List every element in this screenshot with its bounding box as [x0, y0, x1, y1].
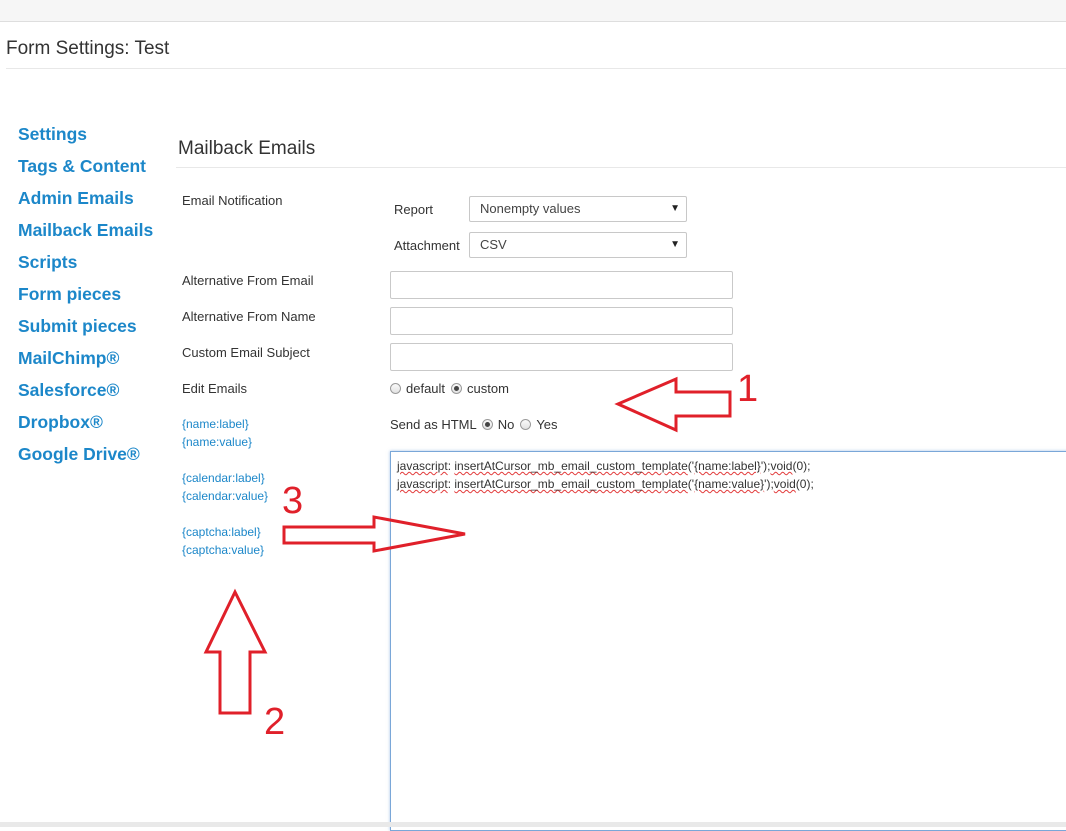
- attachment-select-value: CSV: [480, 237, 507, 252]
- tag-name-label-link[interactable]: {name:label}: [182, 417, 249, 431]
- section-title: Mailback Emails: [178, 138, 316, 159]
- sidebar-item-scripts[interactable]: Scripts: [18, 250, 168, 282]
- sidebar-item-salesforce[interactable]: Salesforce®: [18, 378, 168, 410]
- sidebar-item-dropbox[interactable]: Dropbox®: [18, 410, 168, 442]
- sidebar-item-form-pieces[interactable]: Form pieces: [18, 282, 168, 314]
- sidebar-item-mailchimp[interactable]: MailChimp®: [18, 346, 168, 378]
- tag-name-value-link[interactable]: {name:value}: [182, 435, 252, 449]
- editor-line: javascript: insertAtCursor_mb_email_cust…: [397, 459, 811, 473]
- sidebar-item-submit-pieces[interactable]: Submit pieces: [18, 314, 168, 346]
- custom-subject-input[interactable]: [390, 343, 733, 371]
- annotation-label-1: 1: [737, 368, 758, 410]
- report-select[interactable]: Nonempty values ▼: [469, 196, 687, 222]
- chevron-down-icon: ▼: [670, 239, 680, 250]
- edit-emails-default-label[interactable]: default: [406, 381, 445, 396]
- edit-emails-label: Edit Emails: [182, 381, 248, 396]
- attachment-select[interactable]: CSV ▼: [469, 232, 687, 258]
- edit-emails-custom-radio[interactable]: [451, 383, 463, 394]
- send-html-radio-group: Send as HTML No Yes: [390, 417, 558, 432]
- sidebar-item-settings[interactable]: Settings: [18, 122, 168, 154]
- send-html-no-radio[interactable]: [481, 419, 493, 430]
- alt-from-email-input[interactable]: [390, 271, 733, 299]
- browser-top-bar: [0, 0, 1066, 22]
- send-html-label: Send as HTML: [390, 417, 477, 432]
- chevron-down-icon: ▼: [670, 203, 680, 214]
- sidebar-item-admin-emails[interactable]: Admin Emails: [18, 186, 168, 218]
- tag-calendar-label-link[interactable]: {calendar:label}: [182, 471, 265, 485]
- attachment-label: Attachment: [394, 238, 460, 253]
- edit-emails-custom-label[interactable]: custom: [467, 381, 509, 396]
- sidebar-item-tags-content[interactable]: Tags & Content: [18, 154, 168, 186]
- edit-emails-default-radio[interactable]: [390, 383, 401, 394]
- report-select-value: Nonempty values: [480, 201, 581, 216]
- edit-emails-radio-group: default custom: [390, 381, 509, 396]
- annotation-label-2: 2: [264, 701, 285, 743]
- report-label: Report: [394, 202, 434, 217]
- alt-from-email-label: Alternative From Email: [182, 273, 314, 288]
- title-divider: [6, 68, 1066, 69]
- alt-from-name-label: Alternative From Name: [182, 309, 316, 324]
- custom-template-textarea[interactable]: javascript: insertAtCursor_mb_email_cust…: [390, 451, 1066, 831]
- sidebar-item-mailback-emails[interactable]: Mailback Emails: [18, 218, 168, 250]
- sidebar-item-google-drive[interactable]: Google Drive®: [18, 442, 168, 474]
- page-title: Form Settings: Test: [6, 38, 170, 59]
- tag-captcha-label-link[interactable]: {captcha:label}: [182, 525, 261, 539]
- annotation-arrow-left: [614, 376, 732, 433]
- section-divider: [176, 167, 1066, 168]
- tag-calendar-value-link[interactable]: {calendar:value}: [182, 489, 268, 503]
- custom-subject-label: Custom Email Subject: [182, 345, 310, 360]
- editor-line: javascript: insertAtCursor_mb_email_cust…: [397, 477, 814, 491]
- send-html-yes-radio[interactable]: [520, 419, 532, 430]
- settings-sidebar: Settings Tags & Content Admin Emails Mai…: [18, 122, 168, 474]
- annotation-label-3: 3: [282, 480, 303, 522]
- email-notification-label: Email Notification: [182, 193, 283, 208]
- send-html-yes-label[interactable]: Yes: [536, 417, 557, 432]
- bottom-bar: [0, 822, 1066, 827]
- alt-from-name-input[interactable]: [390, 307, 733, 335]
- tag-captcha-value-link[interactable]: {captcha:value}: [182, 543, 264, 557]
- send-html-no-label[interactable]: No: [498, 417, 515, 432]
- annotation-arrow-up: [203, 588, 268, 715]
